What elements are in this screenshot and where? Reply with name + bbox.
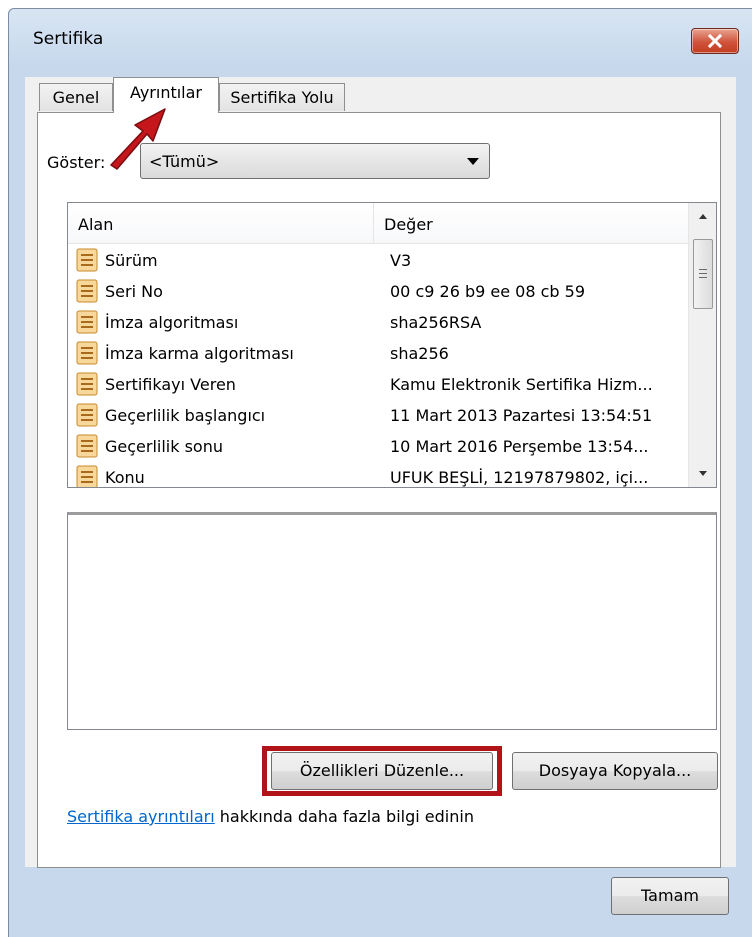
- certificate-field-icon: [76, 434, 98, 458]
- tab-label: Ayrıntılar: [129, 83, 203, 102]
- column-header-alan[interactable]: Alan: [78, 215, 113, 234]
- field-name: İmza karma algoritması: [105, 344, 294, 363]
- close-button[interactable]: [691, 28, 739, 54]
- certificate-fields-list[interactable]: Alan Değer Sürüm V3 Seri No 00 c9 26 b9 …: [67, 202, 717, 488]
- show-label: Göster:: [47, 153, 106, 172]
- show-dropdown[interactable]: <Tümü>: [140, 143, 490, 179]
- ok-button[interactable]: Tamam: [611, 877, 729, 915]
- field-detail-textbox[interactable]: [67, 512, 717, 730]
- field-name: Sertifikayı Veren: [105, 375, 236, 394]
- certificate-field-icon: [76, 372, 98, 396]
- field-name: Geçerlilik sonu: [105, 437, 223, 456]
- list-item[interactable]: İmza karma algoritması sha256: [68, 338, 688, 369]
- list-header: Alan Değer: [68, 203, 688, 244]
- field-name: Seri No: [105, 282, 163, 301]
- scroll-up-button[interactable]: [689, 203, 716, 231]
- window-title: Sertifika: [33, 29, 104, 49]
- list-item[interactable]: Seri No 00 c9 26 b9 ee 08 cb 59: [68, 276, 688, 307]
- list-item[interactable]: Sertifikayı Veren Kamu Elektronik Sertif…: [68, 369, 688, 400]
- button-label: Dosyaya Kopyala...: [538, 761, 692, 780]
- field-value: sha256RSA: [390, 313, 482, 332]
- field-value: 00 c9 26 b9 ee 08 cb 59: [390, 282, 585, 301]
- scroll-thumb[interactable]: [693, 239, 713, 309]
- certificate-field-icon: [76, 279, 98, 303]
- grip-line: [699, 273, 707, 274]
- list-item[interactable]: Sürüm V3: [68, 245, 688, 276]
- field-value: V3: [390, 251, 412, 270]
- certificate-field-icon: [76, 465, 98, 487]
- certificate-dialog: Sertifika Genel Ayrıntılar Sertifika Yol…: [8, 8, 752, 937]
- field-value: 11 Mart 2013 Pazartesi 13:54:51: [390, 406, 653, 425]
- certificate-field-icon: [76, 341, 98, 365]
- certificate-details-link[interactable]: Sertifika ayrıntıları: [67, 807, 215, 826]
- title-bar: Sertifika: [9, 9, 752, 71]
- list-item[interactable]: Geçerlilik başlangıcı 11 Mart 2013 Pazar…: [68, 400, 688, 431]
- chevron-down-icon: [699, 471, 707, 476]
- field-value: 10 Mart 2016 Perşembe 13:54...: [390, 437, 649, 456]
- tab-label: Genel: [52, 88, 100, 107]
- field-name: Konu: [105, 468, 145, 487]
- field-value: sha256: [390, 344, 449, 363]
- info-text: Sertifika ayrıntıları hakkında daha fazl…: [67, 807, 474, 826]
- column-divider[interactable]: [373, 203, 374, 243]
- close-icon: [707, 33, 723, 49]
- button-label: Tamam: [641, 886, 699, 905]
- list-item[interactable]: İmza algoritması sha256RSA: [68, 307, 688, 338]
- column-header-deger[interactable]: Değer: [384, 215, 433, 234]
- vertical-scrollbar[interactable]: [688, 203, 716, 487]
- grip-line: [699, 269, 707, 270]
- tab-sertifika-yolu[interactable]: Sertifika Yolu: [219, 83, 345, 111]
- red-arrow-annotation: [110, 108, 166, 170]
- certificate-field-icon: [76, 248, 98, 272]
- scroll-down-button[interactable]: [689, 459, 716, 487]
- field-value: Kamu Elektronik Sertifika Hizm...: [390, 375, 653, 394]
- tab-genel[interactable]: Genel: [39, 83, 113, 111]
- tab-label: Sertifika Yolu: [230, 88, 334, 107]
- red-highlight-box: [262, 746, 502, 796]
- field-name: Geçerlilik başlangıcı: [105, 406, 266, 425]
- field-value: UFUK BEŞLİ, 12197879802, içi...: [390, 468, 649, 487]
- list-body: Sürüm V3 Seri No 00 c9 26 b9 ee 08 cb 59…: [68, 245, 688, 487]
- list-item[interactable]: Geçerlilik sonu 10 Mart 2016 Perşembe 13…: [68, 431, 688, 462]
- info-suffix: hakkında daha fazla bilgi edinin: [214, 807, 474, 826]
- copy-to-file-button[interactable]: Dosyaya Kopyala...: [512, 752, 718, 790]
- field-name: Sürüm: [105, 251, 158, 270]
- certificate-field-icon: [76, 310, 98, 334]
- list-item[interactable]: Konu UFUK BEŞLİ, 12197879802, içi...: [68, 462, 688, 487]
- chevron-down-icon: [467, 158, 479, 165]
- chevron-up-icon: [699, 214, 707, 219]
- field-name: İmza algoritması: [105, 313, 239, 332]
- grip-line: [699, 277, 707, 278]
- certificate-field-icon: [76, 403, 98, 427]
